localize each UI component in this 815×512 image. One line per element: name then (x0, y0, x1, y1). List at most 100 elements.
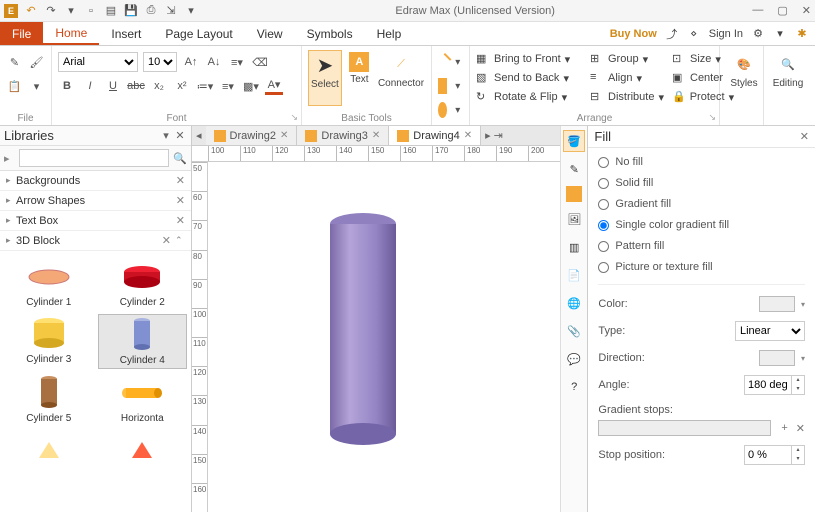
remove-stop-icon[interactable]: ✕ (796, 422, 805, 435)
paste-dropdown-icon[interactable]: ▾ (28, 77, 45, 95)
shape-horizontal[interactable]: Horizonta (98, 373, 188, 426)
line-dropdown[interactable]: ▾ (452, 53, 463, 71)
prop-line-icon[interactable]: ✎ (563, 158, 585, 180)
open-icon[interactable]: ▤ (104, 4, 118, 18)
connector-tool-button[interactable]: ⟋ Connector (377, 50, 425, 106)
stop-position-spinner[interactable]: ▴▾ (744, 445, 805, 465)
tabs-prev-icon[interactable]: ◂ (196, 129, 202, 142)
font-color-icon[interactable]: A▾ (265, 77, 283, 95)
tab-view[interactable]: View (245, 22, 295, 45)
shape-cylinder-1[interactable]: Cylinder 1 (4, 257, 94, 310)
settings-icon[interactable]: ⚙ (751, 27, 765, 41)
prop-help-icon[interactable]: ? (563, 376, 585, 398)
sign-in-link[interactable]: Sign In (709, 28, 743, 40)
doc-tab-drawing3[interactable]: Drawing3✕ (297, 126, 389, 145)
tabs-end-icon[interactable]: ⇥ (494, 129, 503, 142)
app-switcher-icon[interactable]: ✱ (795, 27, 809, 41)
lib-cat-text-box[interactable]: ▸Text Box✕ (0, 211, 191, 231)
close-button[interactable]: ✕ (802, 4, 811, 17)
buy-now-link[interactable]: Buy Now (610, 28, 657, 40)
tab-symbols[interactable]: Symbols (295, 22, 365, 45)
fill-type-select[interactable]: Linear (735, 321, 805, 341)
line-shape-icon[interactable] (434, 53, 452, 71)
gradient-stops-bar[interactable] (598, 420, 771, 436)
spin-up[interactable]: ▴ (792, 446, 804, 455)
spin-down[interactable]: ▾ (792, 385, 804, 394)
fill-direction-picker[interactable] (759, 350, 795, 366)
close-tab-icon[interactable]: ✕ (464, 130, 472, 141)
fill-color-picker[interactable] (759, 296, 795, 312)
bullets-icon[interactable]: ≔▾ (196, 77, 214, 95)
brush-icon[interactable]: 🖌 (28, 53, 45, 71)
font-family-combo[interactable]: Arial (58, 52, 138, 72)
highlight-icon[interactable]: ▩▾ (242, 77, 260, 95)
circle-shape-icon[interactable] (438, 102, 447, 118)
shape-cylinder-3[interactable]: Cylinder 3 (4, 314, 94, 369)
distribute-button[interactable]: ⊟Distribute ▾ (590, 88, 668, 106)
increase-font-icon[interactable]: A↑ (182, 53, 200, 71)
file-tab[interactable]: File (0, 22, 43, 45)
lib-cat-backgrounds[interactable]: ▸Backgrounds✕ (0, 171, 191, 191)
search-icon[interactable]: 🔍 (173, 152, 187, 165)
maximize-button[interactable]: ▢ (777, 4, 787, 17)
library-add-icon[interactable]: ▸ (4, 152, 15, 165)
minimize-button[interactable]: — (752, 4, 763, 17)
add-stop-icon[interactable]: + (781, 422, 787, 435)
align-button[interactable]: ≡Align ▾ (590, 69, 668, 87)
fill-angle-spinner[interactable]: ▴▾ (744, 375, 805, 395)
fill-panel-close-icon[interactable]: ✕ (800, 130, 809, 143)
font-size-combo[interactable]: 10 (143, 52, 177, 72)
group-button[interactable]: ⊞Group ▾ (590, 50, 668, 68)
library-search-input[interactable] (19, 149, 169, 167)
strike-button[interactable]: abc (127, 77, 145, 95)
tab-home[interactable]: Home (43, 22, 99, 45)
styles-button[interactable]: 🎨 Styles (726, 50, 762, 91)
fill-opt-texture[interactable]: Picture or texture fill (598, 261, 805, 273)
print-icon[interactable]: ⎙ (144, 4, 158, 18)
close-tab-icon[interactable]: ✕ (280, 130, 288, 141)
save-icon[interactable]: 💾 (124, 4, 138, 18)
new-icon[interactable]: ▫ (84, 4, 98, 18)
qat-more-icon[interactable]: ▾ (184, 4, 198, 18)
cloud-icon[interactable]: ⋄ (687, 27, 701, 41)
doc-tab-drawing2[interactable]: Drawing2✕ (206, 126, 298, 145)
prop-hyperlink-icon[interactable]: 🌐 (563, 292, 585, 314)
libraries-menu-icon[interactable]: ▾ (159, 129, 173, 142)
numbering-icon[interactable]: ≡▾ (219, 77, 237, 95)
editing-button[interactable]: 🔍 Editing (770, 50, 806, 91)
undo-icon[interactable]: ↶ (24, 4, 38, 18)
redo-icon[interactable]: ↷ (44, 4, 58, 18)
bold-button[interactable]: B (58, 77, 76, 95)
tabs-next-icon[interactable]: ▸ (485, 129, 491, 142)
tab-page-layout[interactable]: Page Layout (153, 22, 244, 45)
subscript-button[interactable]: x₂ (150, 77, 168, 95)
arrange-dialog-launcher[interactable]: ↘ (708, 112, 716, 123)
shape-cylinder-2[interactable]: Cylinder 2 (98, 257, 188, 310)
prop-picture-icon[interactable]: 🖼 (563, 208, 585, 230)
fill-opt-solid[interactable]: Solid fill (598, 177, 805, 189)
close-tab-icon[interactable]: ✕ (372, 130, 380, 141)
shape-cylinder-5[interactable]: Cylinder 5 (4, 373, 94, 426)
decrease-font-icon[interactable]: A↓ (205, 53, 223, 71)
lib-cat-3d-block[interactable]: ▸3D Block✕⌃ (0, 231, 191, 251)
select-tool-button[interactable]: ➤ Select (308, 50, 342, 106)
drawing-page[interactable] (208, 162, 560, 512)
shape-extra-1[interactable] (4, 430, 94, 470)
fill-opt-pattern[interactable]: Pattern fill (598, 240, 805, 252)
doc-tab-drawing4[interactable]: Drawing4✕ (389, 126, 481, 145)
superscript-button[interactable]: x² (173, 77, 191, 95)
fill-opt-gradient[interactable]: Gradient fill (598, 198, 805, 210)
lib-cat-arrow-shapes[interactable]: ▸Arrow Shapes✕ (0, 191, 191, 211)
line-spacing-icon[interactable]: ≡▾ (228, 53, 246, 71)
bring-to-front-button[interactable]: ▦Bring to Front ▾ (476, 50, 586, 68)
rect-dropdown[interactable]: ▾ (452, 77, 463, 95)
rotate-flip-button[interactable]: ↻Rotate & Flip ▾ (476, 88, 586, 106)
spin-up[interactable]: ▴ (792, 376, 804, 385)
circle-dropdown[interactable]: ▾ (452, 101, 463, 119)
libraries-close-icon[interactable]: ✕ (173, 129, 187, 142)
prop-fill-icon[interactable]: 🪣 (563, 130, 585, 152)
send-to-back-button[interactable]: ▧Send to Back ▾ (476, 69, 586, 87)
shape-cylinder-4[interactable]: Cylinder 4 (98, 314, 188, 369)
dropdown-icon[interactable]: ▾ (773, 27, 787, 41)
export-icon[interactable]: ⇲ (164, 4, 178, 18)
